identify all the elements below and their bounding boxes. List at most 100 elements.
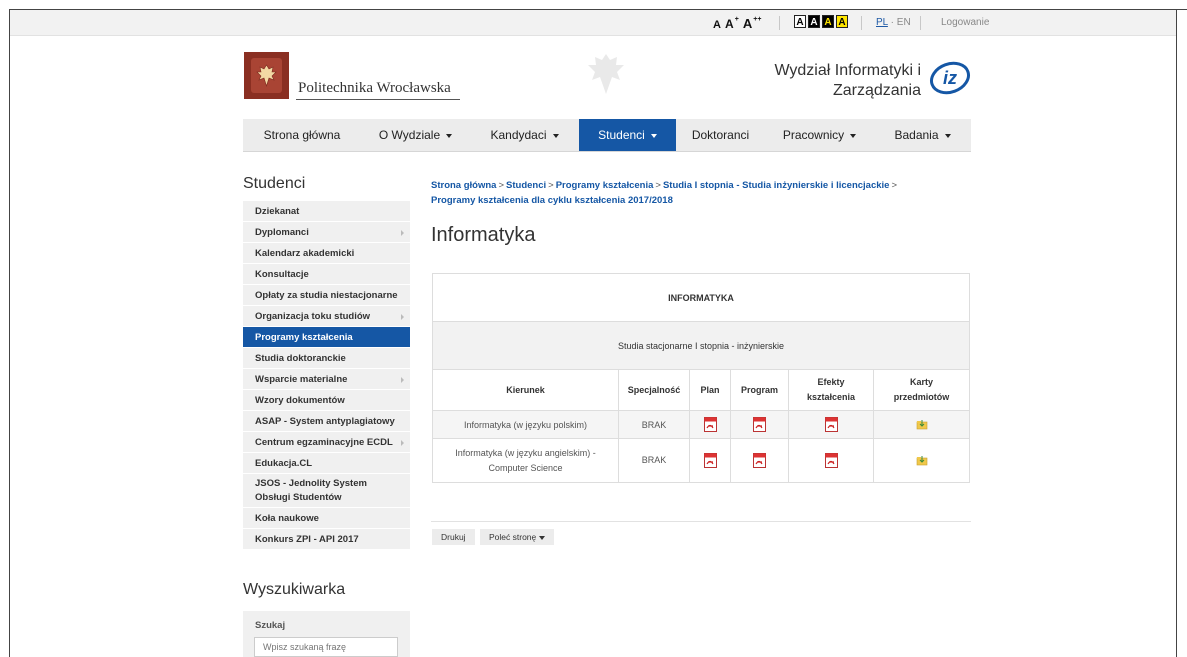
breadcrumb-link[interactable]: Programy kształcenia <box>556 180 654 191</box>
sidebar-item-label: Centrum egzaminacyjne ECDL <box>255 437 393 448</box>
contrast-yellow-black[interactable]: A <box>836 15 848 28</box>
breadcrumb-link[interactable]: Studia I stopnia - Studia inżynierskie i… <box>663 180 890 191</box>
breadcrumb-link[interactable]: Strona główna <box>431 180 496 191</box>
nav-students[interactable]: Studenci <box>579 119 676 151</box>
university-logo[interactable] <box>244 52 289 99</box>
folder-download-icon[interactable] <box>916 455 928 466</box>
nav-label: Kandydaci <box>490 128 547 142</box>
contrast-black-yellow[interactable]: A <box>822 15 834 28</box>
print-button[interactable]: Drukuj <box>432 529 475 545</box>
chevron-right-icon <box>401 440 404 446</box>
chevron-down-icon <box>944 133 951 138</box>
column-header: Karty przedmiotów <box>893 377 950 402</box>
pdf-icon[interactable] <box>703 453 717 468</box>
sidebar-item-fees[interactable]: Opłaty za studia niestacjonarne <box>243 285 410 306</box>
recommend-button[interactable]: Poleć stronę <box>480 529 555 545</box>
breadcrumb-separator: > <box>498 180 505 191</box>
login-link[interactable]: Logowanie <box>941 17 989 28</box>
font-size-xlarge[interactable]: A++ <box>743 16 762 31</box>
sidebar-item-label: Kalendarz akademicki <box>255 248 355 259</box>
sidebar-item-asap[interactable]: ASAP - System antyplagiatowy <box>243 411 410 432</box>
nav-label: Badania <box>894 128 939 142</box>
chevron-right-icon <box>401 230 404 236</box>
sidebar-item-science-clubs[interactable]: Koła naukowe <box>243 508 410 529</box>
sidebar-item-label: Wzory dokumentów <box>255 395 345 406</box>
search-title: Wyszukiwarka <box>243 581 346 598</box>
sidebar-item-study-organization[interactable]: Organizacja toku studiów <box>243 306 410 327</box>
pdf-icon[interactable] <box>703 417 717 432</box>
cell-karty <box>874 439 969 482</box>
breadcrumb-link[interactable]: Studenci <box>506 180 546 191</box>
language-switcher: PL · EN <box>876 17 911 28</box>
table-row: Informatyka (w języku polskim) BRAK <box>433 411 969 439</box>
column-header: Kierunek <box>433 370 619 410</box>
nav-research[interactable]: Badania <box>874 119 971 151</box>
search-label: Szukaj <box>255 620 286 631</box>
frame-border <box>1176 9 1177 657</box>
lang-separator: · <box>890 17 894 28</box>
contrast-black-white[interactable]: A <box>808 15 820 28</box>
sidebar-item-consultations[interactable]: Konsultacje <box>243 264 410 285</box>
breadcrumb-separator: > <box>548 180 554 191</box>
font-size-switcher: A A+ A++ <box>713 16 762 31</box>
lang-pl-link[interactable]: PL <box>876 17 888 28</box>
column-header: Efekty kształcenia <box>789 370 874 410</box>
nav-label: Strona główna <box>263 128 341 142</box>
recommend-label: Poleć stronę <box>489 532 537 542</box>
sidebar-item-label: Dyplomanci <box>255 227 309 238</box>
font-size-normal[interactable]: A <box>713 19 721 31</box>
breadcrumb-separator: > <box>891 180 898 191</box>
chevron-right-icon <box>401 377 404 383</box>
nav-label: Doktoranci <box>691 128 750 142</box>
sidebar-item-document-templates[interactable]: Wzory dokumentów <box>243 390 410 411</box>
breadcrumb-separator: > <box>655 180 661 191</box>
faculty-name[interactable]: Wydział Informatyki i Zarządzania <box>735 61 921 101</box>
sidebar-item-label: Programy kształcenia <box>255 332 353 343</box>
cell-kierunek: Informatyka (w języku angielskim) - Comp… <box>433 439 619 482</box>
iz-logo-icon[interactable]: iz <box>928 61 972 95</box>
svg-text:iz: iz <box>943 68 957 88</box>
divider <box>779 16 780 30</box>
sidebar-item-zpi-contest[interactable]: Konkurs ZPI - API 2017 <box>243 529 410 550</box>
pdf-icon[interactable] <box>824 453 838 468</box>
nav-staff[interactable]: Pracownicy <box>765 119 874 151</box>
sidebar-item-curricula[interactable]: Programy kształcenia <box>243 327 410 348</box>
sidebar-item-ecdl[interactable]: Centrum egzaminacyjne ECDL <box>243 432 410 453</box>
nav-label: Studenci <box>598 128 645 142</box>
table-subtitle: Studia stacjonarne I stopnia - inżyniers… <box>617 340 785 351</box>
plus-icon: + <box>734 16 739 23</box>
university-name[interactable]: Politechnika Wrocławska <box>298 80 451 97</box>
sidebar-item-jsos[interactable]: JSOS - Jednolity System Obsługi Studentó… <box>243 474 410 508</box>
sidebar-menu: Dziekanat Dyplomanci Kalendarz akademick… <box>243 201 410 550</box>
cell-program <box>731 411 789 438</box>
nav-home[interactable]: Strona główna <box>243 119 361 151</box>
divider <box>920 16 921 30</box>
sidebar-item-dean-office[interactable]: Dziekanat <box>243 201 410 222</box>
sidebar-item-phd-studies[interactable]: Studia doktoranckie <box>243 348 410 369</box>
nav-about[interactable]: O Wydziale <box>361 119 470 151</box>
contrast-default[interactable]: A <box>794 15 806 28</box>
font-size-large[interactable]: A+ <box>725 16 739 31</box>
sidebar-item-edukacja-cl[interactable]: Edukacja.CL <box>243 453 410 474</box>
sidebar-item-calendar[interactable]: Kalendarz akademicki <box>243 243 410 264</box>
nav-candidates[interactable]: Kandydaci <box>470 119 579 151</box>
pdf-icon[interactable] <box>753 417 766 432</box>
sidebar-item-label: Organizacja toku studiów <box>255 311 371 322</box>
sidebar-item-label: Konkurs ZPI - API 2017 <box>255 534 359 545</box>
cell-program <box>731 439 789 482</box>
sidebar-item-label: Wsparcie materialne <box>255 374 348 385</box>
breadcrumb: Strona główna > Studenci > Programy kształce… <box>431 178 951 208</box>
sidebar-item-graduates[interactable]: Dyplomanci <box>243 222 410 243</box>
sidebar-title: Studenci <box>243 175 306 192</box>
sidebar-item-financial-support[interactable]: Wsparcie materialne <box>243 369 410 390</box>
table-header-row: Kierunek Specjalność Plan Program Efekty… <box>433 370 969 411</box>
breadcrumb-current[interactable]: Programy kształcenia dla cyklu kształcen… <box>431 195 673 206</box>
lang-en-link[interactable]: EN <box>897 17 911 28</box>
nav-phd[interactable]: Doktoranci <box>676 119 765 151</box>
pdf-icon[interactable] <box>753 453 766 468</box>
polish-eagle-emblem-icon <box>588 54 624 94</box>
sidebar-item-label: Konsultacje <box>255 269 309 280</box>
folder-download-icon[interactable] <box>916 419 928 430</box>
search-input[interactable] <box>254 637 398 657</box>
pdf-icon[interactable] <box>824 417 838 432</box>
